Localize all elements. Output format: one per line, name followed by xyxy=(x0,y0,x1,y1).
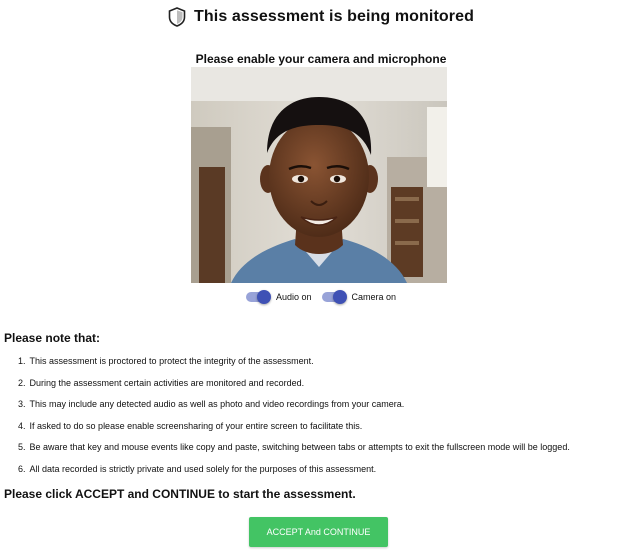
webcam-preview xyxy=(191,67,447,283)
audio-toggle-label: Audio on xyxy=(275,292,312,302)
list-item: 6. All data recorded is strictly private … xyxy=(18,463,377,474)
camera-prompt: Please enable your camera and microphone xyxy=(195,52,447,66)
list-item: 3. This may include any detected audio as… xyxy=(18,399,405,409)
notes-list: 1. This assessment is proctored to protec… xyxy=(18,355,638,484)
camera-toggle[interactable] xyxy=(321,290,347,304)
list-item: 4. If asked to do so please enable screen… xyxy=(18,420,363,431)
cta-instruction: Please click ACCEPT and CONTINUE to star… xyxy=(4,487,356,501)
page-header: This assessment is being monitored xyxy=(0,4,642,30)
media-toggles: Audio on Camera on xyxy=(0,288,642,306)
notes-heading: Please note that: xyxy=(4,331,101,345)
camera-toggle-label: Camera on xyxy=(351,292,397,302)
shield-icon xyxy=(168,7,186,27)
list-item: 2. During the assessment certain activiti… xyxy=(18,377,305,388)
audio-toggle[interactable] xyxy=(245,290,271,304)
list-item: 5. Be aware that key and mouse events lik… xyxy=(18,442,570,452)
accept-continue-button[interactable]: ACCEPT And CONTINUE xyxy=(249,517,388,547)
list-item: 1. This assessment is proctored to protec… xyxy=(18,356,314,366)
page-title: This assessment is being monitored xyxy=(194,8,474,25)
